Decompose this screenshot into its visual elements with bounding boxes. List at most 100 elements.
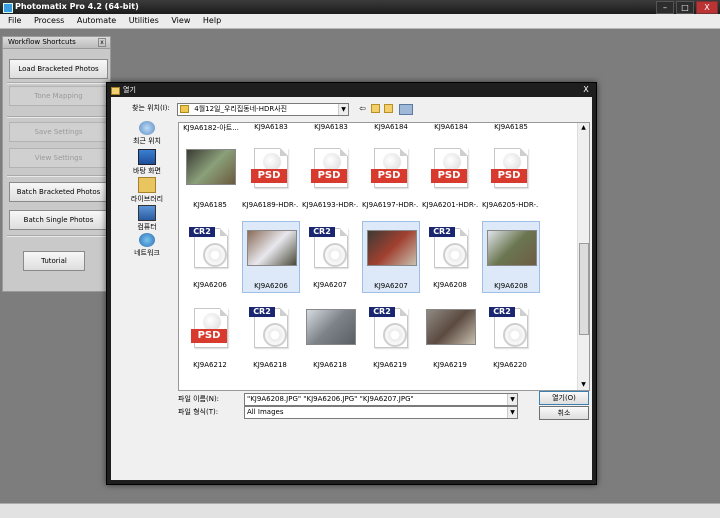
file-item[interactable]: KJ9A6185	[182, 141, 238, 211]
lens-graphic	[203, 243, 227, 267]
photo-thumbnail	[186, 149, 236, 185]
menu-automate[interactable]: Automate	[72, 14, 121, 28]
filetype-select[interactable]: All Images ▼	[244, 406, 518, 419]
file-item[interactable]: KJ9A6206	[242, 221, 300, 293]
filename-input[interactable]: "KJ9A6208.JPG" "KJ9A6206.JPG" "KJ9A6207.…	[244, 393, 518, 406]
cr2-badge: CR2	[489, 307, 515, 317]
menu-file[interactable]: File	[0, 14, 26, 28]
psd-badge: PSD	[251, 169, 287, 183]
tutorial-button[interactable]: Tutorial	[23, 251, 85, 271]
file-label-partial[interactable]: KJ9A6183	[303, 123, 359, 131]
file-item[interactable]: PSD KJ9A6212	[182, 301, 238, 371]
lens-graphic	[503, 323, 527, 347]
divider	[7, 175, 108, 177]
file-item[interactable]: KJ9A6207	[362, 221, 420, 293]
file-item[interactable]: PSD KJ9A6205-HDR-...	[482, 141, 538, 211]
place-label: 최근 위치	[133, 137, 161, 145]
file-item[interactable]: KJ9A6218	[302, 301, 358, 371]
batch-bracketed-photos-button[interactable]: Batch Bracketed Photos	[9, 182, 108, 202]
dialog-close-button[interactable]: X	[580, 85, 592, 95]
file-label-partial[interactable]: KJ9A6184	[423, 123, 479, 131]
file-name-label: KJ9A6205-HDR-...	[482, 201, 538, 209]
file-label-partial[interactable]: KJ9A6183	[243, 123, 299, 131]
cr2-badge: CR2	[309, 227, 335, 237]
minimize-button[interactable]: –	[656, 1, 674, 14]
place-label: 바탕 화면	[133, 167, 161, 175]
cancel-button[interactable]: 취소	[539, 406, 589, 420]
status-bar	[0, 503, 720, 518]
file-item[interactable]: PSD KJ9A6201-HDR-...	[422, 141, 478, 211]
divider	[7, 116, 108, 118]
file-item[interactable]: PSD KJ9A6197-HDR-...	[362, 141, 418, 211]
cr2-file-icon: CR2	[369, 307, 408, 348]
file-item[interactable]: CR2 KJ9A6219	[362, 301, 418, 371]
dialog-title: 열기	[123, 86, 136, 94]
batch-single-photos-button[interactable]: Batch Single Photos	[9, 210, 108, 230]
cr2-file-icon: CR2	[189, 227, 228, 268]
chevron-down-icon[interactable]: ▼	[507, 394, 517, 405]
place-recent[interactable]: 최근 위치	[123, 121, 171, 146]
cr2-badge: CR2	[249, 307, 275, 317]
file-item[interactable]: CR2 KJ9A6220	[482, 301, 538, 371]
file-label-partial[interactable]: KJ9A6184	[363, 123, 419, 131]
psd-badge: PSD	[491, 169, 527, 183]
place-label: 라이브러리	[130, 195, 164, 203]
menu-help[interactable]: Help	[198, 14, 226, 28]
file-item[interactable]: CR2 KJ9A6207	[302, 221, 358, 291]
folder-icon	[111, 87, 120, 95]
view-menu-icon[interactable]	[399, 104, 413, 115]
close-button[interactable]: X	[696, 1, 718, 14]
open-button[interactable]: 열기(O)	[539, 391, 589, 405]
file-label-partial[interactable]: KJ9A6185	[483, 123, 539, 131]
psd-file-icon: PSD	[251, 148, 288, 188]
menu-process[interactable]: Process	[29, 14, 69, 28]
up-folder-icon[interactable]	[371, 104, 380, 113]
psd-badge: PSD	[191, 329, 227, 343]
filename-label: 파일 이름(N):	[178, 395, 220, 403]
lens-graphic	[383, 323, 407, 347]
psd-badge: PSD	[311, 169, 347, 183]
save-settings-button[interactable]: Save Settings	[9, 122, 108, 142]
file-name-label: KJ9A6201-HDR-...	[422, 201, 478, 209]
file-label-partial[interactable]: KJ9A6182-아트...	[183, 123, 239, 133]
workflow-shortcuts-panel: Workflow Shortcuts x Load Bracketed Phot…	[2, 36, 111, 292]
file-name-label: KJ9A6208	[433, 281, 467, 289]
chevron-down-icon[interactable]: ▼	[338, 104, 348, 115]
view-settings-button[interactable]: View Settings	[9, 148, 108, 168]
divider	[7, 82, 108, 84]
file-item[interactable]: KJ9A6208	[482, 221, 540, 293]
place-desktop[interactable]: 바탕 화면	[123, 149, 171, 176]
place-computer[interactable]: 컴퓨터	[123, 205, 171, 232]
menu-utilities[interactable]: Utilities	[124, 14, 164, 28]
file-item[interactable]: PSD KJ9A6193-HDR-...	[302, 141, 358, 211]
scroll-thumb[interactable]	[579, 243, 589, 335]
file-item[interactable]: CR2 KJ9A6206	[182, 221, 238, 291]
menu-view[interactable]: View	[166, 14, 195, 28]
network-icon	[139, 233, 155, 247]
file-item[interactable]: CR2 KJ9A6208	[422, 221, 478, 291]
vertical-scrollbar[interactable]: ▲ ▼	[577, 123, 589, 390]
file-name-label: KJ9A6212	[193, 361, 227, 369]
place-network[interactable]: 네트워크	[123, 233, 171, 258]
scroll-up-icon[interactable]: ▲	[578, 123, 589, 133]
file-name-label: KJ9A6207	[374, 282, 408, 290]
photo-thumbnail	[487, 230, 537, 266]
file-item[interactable]: CR2 KJ9A6218	[242, 301, 298, 371]
panel-close-icon[interactable]: x	[98, 38, 106, 47]
file-list[interactable]: KJ9A6182-아트... KJ9A6183 KJ9A6183 KJ9A6184 KJ…	[178, 122, 590, 391]
back-icon[interactable]: ⇦	[358, 104, 367, 113]
scroll-down-icon[interactable]: ▼	[578, 380, 589, 390]
new-folder-icon[interactable]	[384, 104, 393, 113]
tone-mapping-button[interactable]: Tone Mapping	[9, 86, 108, 106]
file-item[interactable]: KJ9A6219	[422, 301, 478, 371]
load-bracketed-photos-button[interactable]: Load Bracketed Photos	[9, 59, 108, 79]
dialog-body: 찾는 위치(I): 4월12일_우리집동네-HDR사진 ▼ ⇦ 최근 위치 바탕…	[111, 97, 592, 480]
look-in-dropdown[interactable]: 4월12일_우리집동네-HDR사진 ▼	[177, 103, 349, 116]
folder-icon	[180, 105, 189, 113]
file-item[interactable]: PSD KJ9A6189-HDR-...	[242, 141, 298, 211]
file-name-label: KJ9A6206	[254, 282, 288, 290]
place-libraries[interactable]: 라이브러리	[123, 177, 171, 204]
maximize-button[interactable]: □	[676, 1, 694, 14]
filetype-value: All Images	[247, 408, 284, 416]
chevron-down-icon[interactable]: ▼	[507, 407, 517, 418]
